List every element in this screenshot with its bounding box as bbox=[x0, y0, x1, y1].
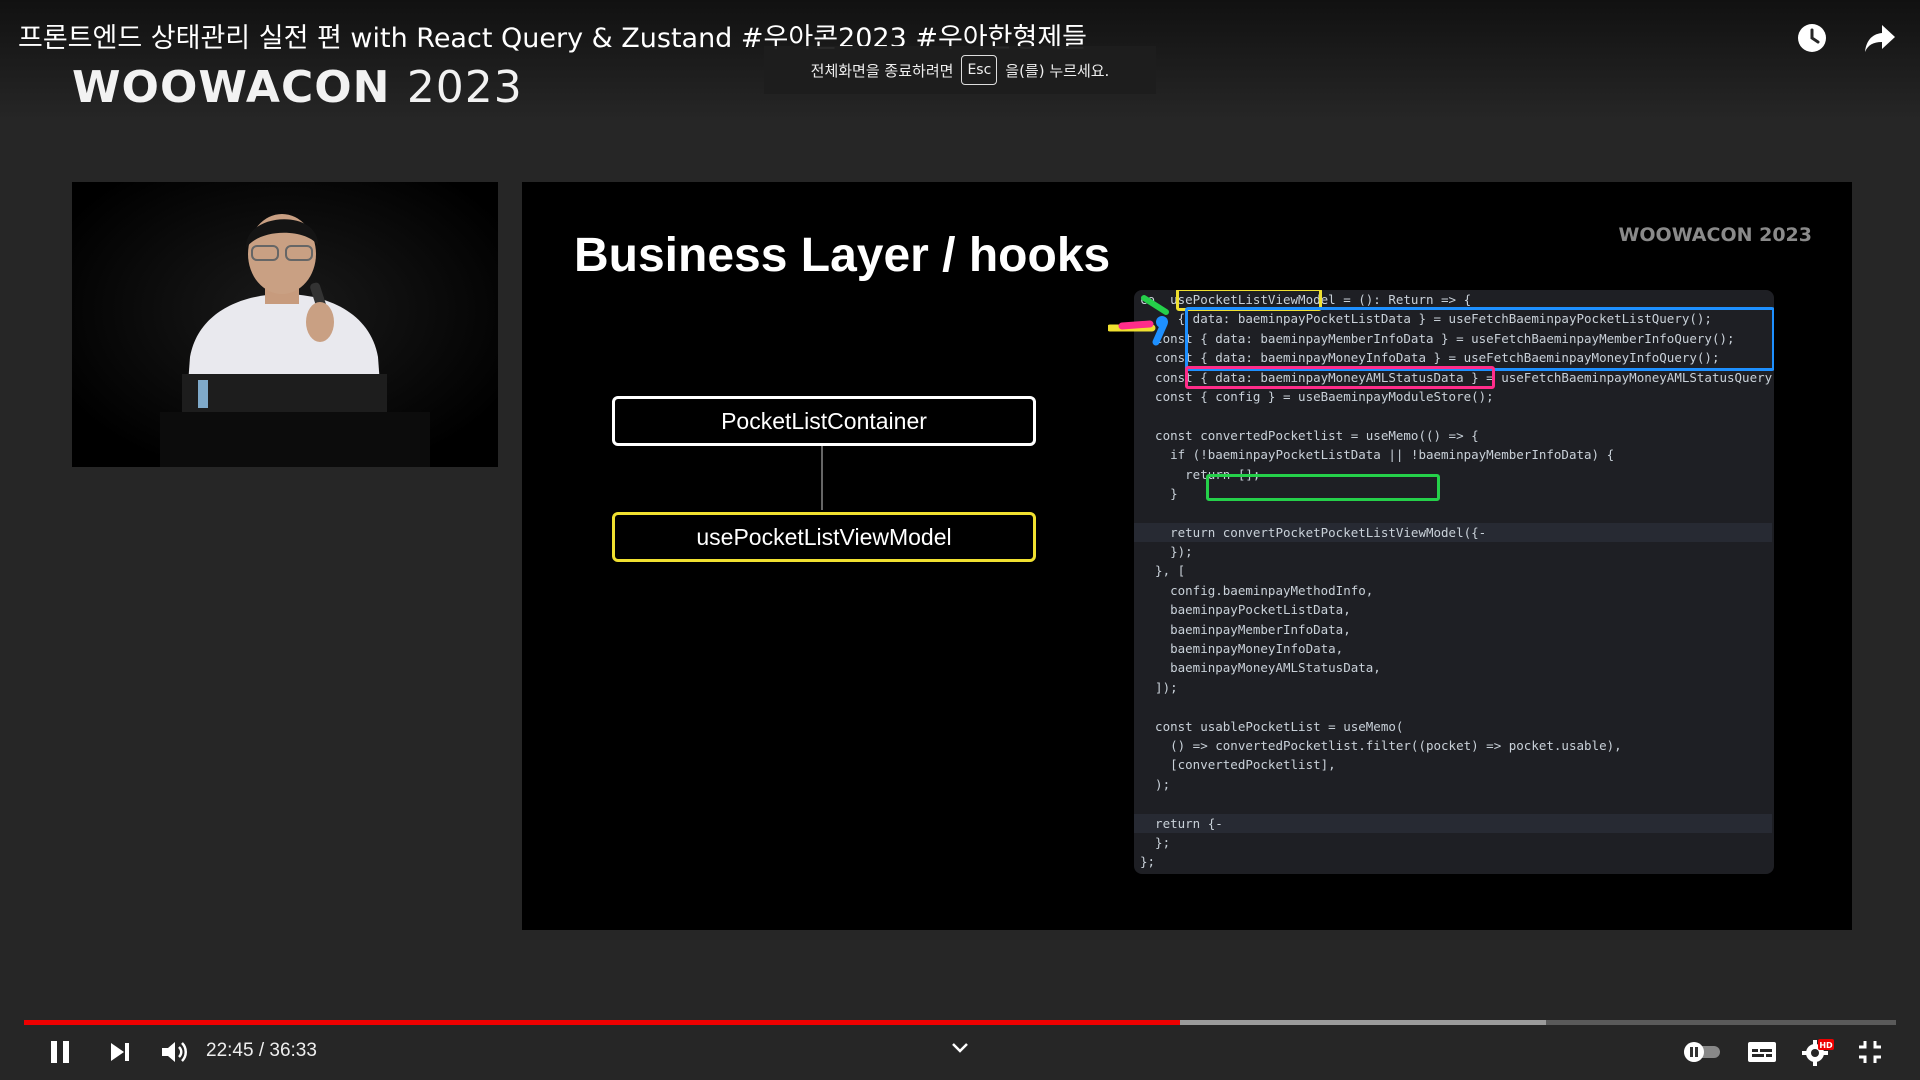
pause-icon bbox=[51, 1041, 69, 1063]
highlight-green bbox=[1206, 474, 1440, 501]
speaker-image bbox=[72, 182, 498, 467]
code-line: }); bbox=[1140, 544, 1193, 560]
code-line: ]); bbox=[1140, 679, 1178, 695]
code-line: }; bbox=[1140, 834, 1171, 850]
toast-text-after: 을(를) 누르세요. bbox=[1005, 61, 1110, 80]
esc-key-badge: Esc bbox=[961, 55, 998, 85]
fullscreen-exit-icon bbox=[1859, 1041, 1881, 1063]
code-line: const convertedPocketlist = useMemo(() =… bbox=[1140, 427, 1479, 443]
code-line: config.baeminpayMethodInfo, bbox=[1140, 582, 1374, 598]
code-panel: co usePocketListViewModel = (): Return =… bbox=[1134, 290, 1774, 874]
code-line: return {- bbox=[1134, 813, 1773, 833]
progress-played bbox=[24, 1020, 1180, 1025]
subtitles-button[interactable] bbox=[1742, 1032, 1782, 1072]
autoplay-toggle[interactable] bbox=[1680, 1032, 1724, 1072]
next-button[interactable] bbox=[100, 1032, 140, 1072]
settings-gear-icon: HD bbox=[1802, 1039, 1834, 1066]
code-line: }, [ bbox=[1140, 563, 1186, 579]
container-box: PocketListContainer bbox=[612, 396, 1036, 446]
code-line: baeminpayMoneyAMLStatusData, bbox=[1140, 660, 1381, 676]
share-arrow-icon[interactable] bbox=[1860, 18, 1900, 58]
subtitles-icon bbox=[1748, 1042, 1776, 1062]
code-line: }; bbox=[1140, 854, 1156, 870]
volume-button[interactable] bbox=[152, 1032, 196, 1072]
connector-line bbox=[821, 446, 823, 510]
time-display: 22:45 / 36:33 bbox=[206, 1040, 317, 1061]
code-line: () => convertedPocketlist.filter((pocket… bbox=[1140, 737, 1622, 753]
code-line: ); bbox=[1140, 776, 1171, 792]
fullscreen-exit-button[interactable] bbox=[1850, 1032, 1890, 1072]
autoplay-toggle-icon bbox=[1684, 1042, 1720, 1062]
event-logo-name: WOOWACON bbox=[72, 62, 391, 113]
slide-logo: WOOWACON 2023 bbox=[1618, 224, 1812, 246]
code-line: baeminpayPocketListData, bbox=[1140, 602, 1351, 618]
code-line: if (!baeminpayPocketListData || !baeminp… bbox=[1140, 447, 1615, 463]
presentation-slide: Business Layer / hooks WOOWACON 2023 Poc… bbox=[522, 182, 1852, 930]
clock-icon[interactable] bbox=[1792, 18, 1832, 58]
annotation-arrows-icon bbox=[1108, 295, 1169, 346]
settings-button[interactable]: HD bbox=[1798, 1032, 1838, 1072]
code-line: baeminpayMemberInfoData, bbox=[1140, 621, 1351, 637]
toast-text-before: 전체화면을 종료하려면 bbox=[810, 61, 954, 80]
slide-title: Business Layer / hooks bbox=[574, 229, 1111, 282]
volume-icon bbox=[162, 1042, 187, 1062]
event-logo: WOOWACON 2023 bbox=[72, 62, 523, 113]
top-icons bbox=[1792, 18, 1900, 58]
event-logo-year: 2023 bbox=[406, 62, 523, 113]
hd-badge: HD bbox=[1819, 1041, 1833, 1050]
highlight-pink bbox=[1185, 366, 1495, 389]
pause-button[interactable] bbox=[40, 1032, 80, 1072]
chevron-down-icon bbox=[952, 1043, 968, 1053]
code-line: [convertedPocketlist], bbox=[1140, 757, 1336, 773]
code-line: baeminpayMoneyInfoData, bbox=[1140, 641, 1344, 657]
speaker-camera bbox=[72, 182, 498, 467]
progress-bar[interactable] bbox=[24, 1020, 1896, 1025]
code-line: return convertPocketPocketListViewModel(… bbox=[1134, 522, 1773, 543]
chapter-chevron-button[interactable] bbox=[946, 1036, 974, 1060]
fullscreen-exit-toast: 전체화면을 종료하려면 Esc 을(를) 누르세요. bbox=[764, 46, 1156, 94]
code-line: const { config } = useBaeminpayModuleSto… bbox=[1140, 388, 1494, 404]
skip-next-icon bbox=[111, 1043, 129, 1061]
hook-box: usePocketListViewModel bbox=[612, 512, 1036, 562]
highlight-blue bbox=[1185, 307, 1774, 371]
code-line: const usablePocketList = useMemo( bbox=[1140, 718, 1404, 734]
